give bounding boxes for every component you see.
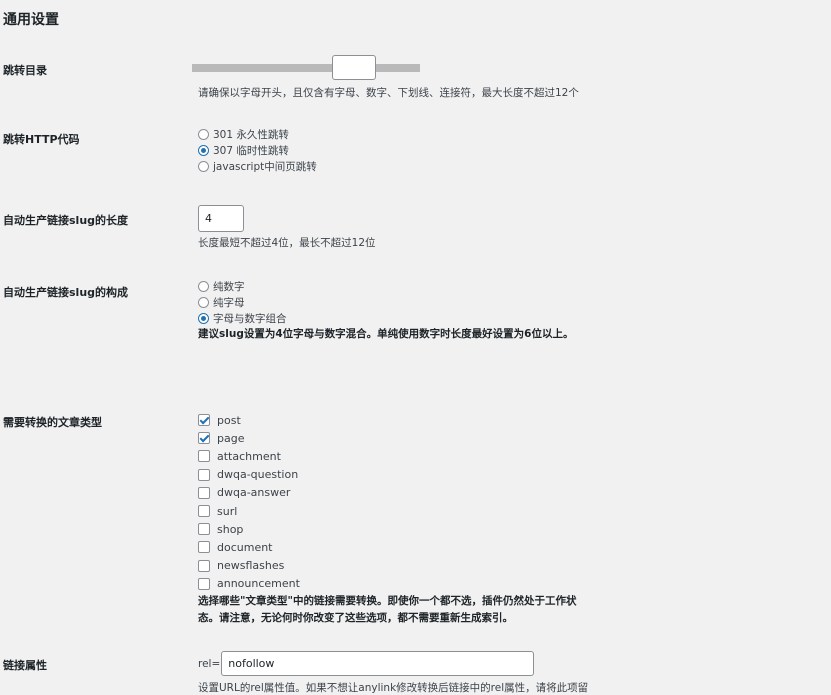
link-attr-field: rel= nofollow <box>198 651 535 676</box>
slug-composition-desc: 建议slug设置为4位字母与数字混合。单纯使用数字时长度最好设置为6位以上。 <box>198 328 574 340</box>
redirect-dir-redacted <box>192 64 420 72</box>
checkbox-item-surl[interactable]: surl <box>198 502 576 520</box>
link-attr-label: 链接属性 <box>3 659 47 672</box>
radio-option-301[interactable]: 301 永久性跳转 <box>198 126 317 142</box>
checkbox-dwqa-answer[interactable] <box>198 486 210 499</box>
checkbox-item-page[interactable]: page <box>198 429 576 447</box>
post-types-list: post page attachment dwqa-question dwqa-… <box>198 411 576 627</box>
post-types-desc-line1: 选择哪些"文章类型"中的链接需要转换。即使你一个都不选，插件仍然处于工作状 <box>198 594 577 607</box>
page-title: 通用设置 <box>3 12 59 28</box>
checkbox-attachment[interactable] <box>198 450 210 463</box>
radio-option-mixed[interactable]: 字母与数字组合 <box>198 310 573 326</box>
radio-307[interactable] <box>198 144 209 156</box>
checkbox-dwqa-question[interactable] <box>198 468 210 481</box>
checkbox-document[interactable] <box>198 541 210 554</box>
checkbox-newsflashes[interactable] <box>198 559 210 572</box>
checkbox-item-newsflashes[interactable]: newsflashes <box>198 557 576 575</box>
checkbox-item-attachment[interactable]: attachment <box>198 447 576 465</box>
rel-prefix: rel= <box>198 657 221 670</box>
checkbox-announcement[interactable] <box>198 577 210 590</box>
radio-js[interactable] <box>198 160 209 172</box>
http-code-label: 跳转HTTP代码 <box>3 133 80 146</box>
slug-composition-options: 纯数字 纯字母 字母与数字组合 建议slug设置为4位字母与数字混合。单纯使用数… <box>198 278 573 343</box>
checkbox-item-document[interactable]: document <box>198 538 576 556</box>
redirect-dir-desc: 请确保以字母开头，且仅含有字母、数字、下划线、连接符，最大长度不超过12个 <box>198 87 579 99</box>
checkbox-page[interactable] <box>198 432 210 445</box>
radio-option-digits[interactable]: 纯数字 <box>198 278 573 294</box>
slug-composition-label: 自动生产链接slug的构成 <box>3 286 129 299</box>
post-types-label: 需要转换的文章类型 <box>3 416 102 429</box>
redirect-dir-label: 跳转目录 <box>3 64 47 77</box>
checkbox-item-post[interactable]: post <box>198 411 576 429</box>
radio-option-js[interactable]: javascript中间页跳转 <box>198 158 317 174</box>
rel-input[interactable]: nofollow <box>221 651 535 676</box>
checkbox-item-announcement[interactable]: announcement <box>198 575 576 593</box>
checkbox-shop[interactable] <box>198 523 210 536</box>
post-types-desc-line2: 态。请注意，无论何时你改变了这些选项，都不需要重新生成索引。 <box>198 611 513 624</box>
checkbox-item-dwqa-question[interactable]: dwqa-question <box>198 466 576 484</box>
http-code-options: 301 永久性跳转 307 临时性跳转 javascript中间页跳转 <box>198 126 317 174</box>
radio-digits[interactable] <box>198 280 209 292</box>
slug-length-input[interactable]: 4 <box>198 205 244 232</box>
slug-length-desc: 长度最短不超过4位，最长不超过12位 <box>198 237 376 249</box>
radio-option-307[interactable]: 307 临时性跳转 <box>198 142 317 158</box>
checkbox-item-shop[interactable]: shop <box>198 520 576 538</box>
radio-301[interactable] <box>198 128 209 140</box>
radio-mixed[interactable] <box>198 312 209 324</box>
checkbox-surl[interactable] <box>198 505 210 518</box>
radio-option-letters[interactable]: 纯字母 <box>198 294 573 310</box>
checkbox-item-dwqa-answer[interactable]: dwqa-answer <box>198 484 576 502</box>
redirect-dir-input[interactable] <box>332 55 376 80</box>
radio-letters[interactable] <box>198 296 209 308</box>
slug-length-label: 自动生产链接slug的长度 <box>3 214 129 227</box>
checkbox-post[interactable] <box>198 414 210 427</box>
